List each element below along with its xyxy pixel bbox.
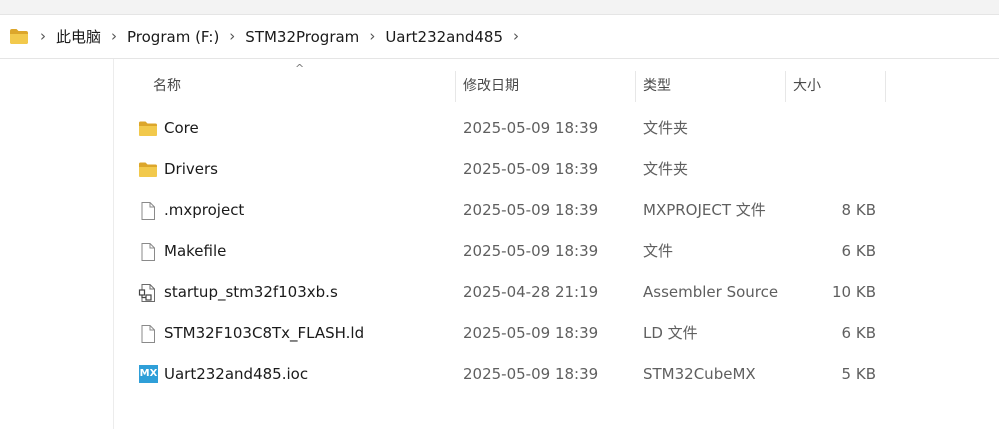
breadcrumb-item-program-drive[interactable]: Program (F:) <box>125 26 221 48</box>
chevron-right-icon[interactable]: › <box>513 15 519 58</box>
file-row[interactable]: STM32F103C8Tx_FLASH.ld 2025-05-09 18:39 … <box>114 313 999 354</box>
file-type: STM32CubeMX <box>643 365 756 383</box>
sort-ascending-icon: ^ <box>295 62 305 75</box>
file-date: 2025-05-09 18:39 <box>463 365 599 383</box>
file-name[interactable]: Core <box>164 108 199 149</box>
folder-icon <box>10 29 28 44</box>
file-type: 文件 <box>643 242 674 260</box>
file-size: 6 KB <box>841 324 876 342</box>
file-name[interactable]: Makefile <box>164 231 226 272</box>
file-size <box>784 108 876 149</box>
chevron-right-icon[interactable]: › <box>229 15 235 58</box>
address-bar[interactable]: › 此电脑 › Program (F:) › STM32Program › Ua… <box>0 15 999 59</box>
file-date: 2025-05-09 18:39 <box>463 242 599 260</box>
chevron-right-icon[interactable]: › <box>369 15 375 58</box>
file-date: 2025-05-09 18:39 <box>463 201 599 219</box>
column-header-date[interactable]: 修改日期 <box>463 59 519 102</box>
file-type: Assembler Source <box>643 283 779 301</box>
column-header-type[interactable]: 类型 <box>643 59 671 102</box>
file-type: MXPROJECT 文件 <box>643 201 766 219</box>
breadcrumb-item-uart232and485[interactable]: Uart232and485 <box>383 26 505 48</box>
column-divider[interactable] <box>885 71 886 102</box>
file-date: 2025-04-28 21:19 <box>463 283 599 301</box>
file-type: 文件夹 <box>643 119 689 137</box>
file-type: 文件夹 <box>643 160 689 178</box>
file-name[interactable]: STM32F103C8Tx_FLASH.ld <box>164 313 364 354</box>
column-header: ^ 名称 修改日期 类型 大小 <box>114 59 999 102</box>
file-name[interactable]: Uart232and485.ioc <box>164 354 308 395</box>
file-date: 2025-05-09 18:39 <box>463 119 599 137</box>
breadcrumb-item-this-pc[interactable]: 此电脑 <box>54 24 103 49</box>
chevron-right-icon[interactable]: › <box>40 15 46 58</box>
file-icon <box>141 243 155 261</box>
file-type: LD 文件 <box>643 324 698 342</box>
file-icon <box>141 325 155 343</box>
file-row[interactable]: MX Uart232and485.ioc 2025-05-09 18:39 ST… <box>114 354 999 395</box>
file-size: 10 KB <box>832 283 876 301</box>
file-date: 2025-05-09 18:39 <box>463 324 599 342</box>
column-header-name[interactable]: 名称 <box>153 59 181 102</box>
file-row[interactable]: Makefile 2025-05-09 18:39 文件 6 KB <box>114 231 999 272</box>
file-name[interactable]: Drivers <box>164 149 218 190</box>
chevron-right-icon[interactable]: › <box>111 15 117 58</box>
file-size <box>784 149 876 190</box>
breadcrumb: › 此电脑 › Program (F:) › STM32Program › Ua… <box>10 15 527 58</box>
assembler-file-icon <box>138 284 155 302</box>
breadcrumb-item-stm32program[interactable]: STM32Program <box>243 26 361 48</box>
file-row[interactable]: .mxproject 2025-05-09 18:39 MXPROJECT 文件… <box>114 190 999 231</box>
file-size: 8 KB <box>841 201 876 219</box>
file-row[interactable]: Core 2025-05-09 18:39 文件夹 <box>114 108 999 149</box>
column-divider[interactable] <box>635 71 636 102</box>
column-divider[interactable] <box>455 71 456 102</box>
file-date: 2025-05-09 18:39 <box>463 160 599 178</box>
column-divider[interactable] <box>785 71 786 102</box>
file-icon <box>141 202 155 220</box>
file-size: 5 KB <box>841 365 876 383</box>
folder-icon <box>139 162 157 177</box>
folder-icon <box>139 121 157 136</box>
file-name[interactable]: .mxproject <box>164 190 244 231</box>
file-row[interactable]: Drivers 2025-05-09 18:39 文件夹 <box>114 149 999 190</box>
stm32cubemx-icon: MX <box>139 365 158 383</box>
title-bar-strip <box>0 0 999 15</box>
file-row[interactable]: startup_stm32f103xb.s 2025-04-28 21:19 A… <box>114 272 999 313</box>
column-header-size[interactable]: 大小 <box>793 59 821 102</box>
file-size: 6 KB <box>841 242 876 260</box>
file-name[interactable]: startup_stm32f103xb.s <box>164 272 338 313</box>
